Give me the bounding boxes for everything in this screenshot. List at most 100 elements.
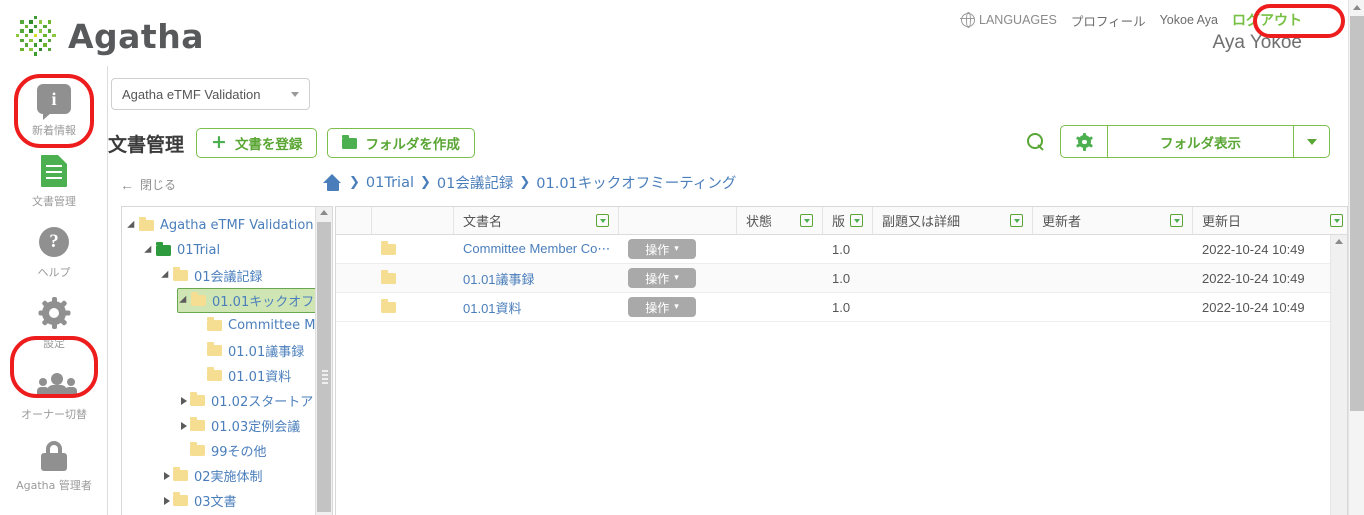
sidebar-item-document-management[interactable]: 文書管理 bbox=[0, 151, 108, 213]
create-folder-button[interactable]: フォルダを作成 bbox=[327, 128, 475, 158]
folder-icon bbox=[190, 442, 205, 456]
row-action-label: 操作 bbox=[645, 271, 670, 286]
table-row[interactable]: 01.01資料 操作 ▾ 1.0 2022-10-24 10:49 bbox=[336, 293, 1347, 322]
sidebar-item-agatha-admin[interactable]: Agatha 管理者 bbox=[0, 435, 108, 497]
tree-node-label: 01会議記録 bbox=[194, 270, 263, 285]
table-row[interactable]: Committee Member Co⋯ 操作 ▾ 1.0 2022-10-24 10:… bbox=[336, 235, 1347, 264]
top-nav: LANGUAGES プロフィール Yokoe Aya ログアウト bbox=[960, 10, 1302, 30]
table-row[interactable]: 01.01議事録 操作 ▾ 1.0 2022-10-24 10:49 bbox=[336, 264, 1347, 293]
row-document-name[interactable]: 01.01議事録 bbox=[454, 264, 619, 293]
sidebar-item-settings[interactable]: 設定 bbox=[0, 293, 108, 355]
row-checkbox-cell bbox=[336, 293, 372, 322]
register-document-button[interactable]: + 文書を登録 bbox=[196, 128, 318, 158]
row-updater bbox=[1033, 293, 1193, 322]
row-version: 1.0 bbox=[832, 270, 851, 286]
page-header: 文書管理 + 文書を登録 フォルダを作成 bbox=[108, 128, 475, 158]
grid-scrollbar[interactable] bbox=[1330, 235, 1347, 515]
row-checkbox-cell bbox=[336, 264, 372, 293]
chevron-down-icon bbox=[291, 91, 299, 97]
row-updater bbox=[1033, 264, 1193, 293]
grid-body: Committee Member Co⋯ 操作 ▾ 1.0 2022-10-24 10:… bbox=[336, 235, 1347, 322]
breadcrumb-item-0[interactable]: 01Trial bbox=[366, 175, 414, 191]
scroll-up-arrow-icon[interactable] bbox=[1353, 5, 1361, 10]
close-panel-button[interactable]: ← 閉じる bbox=[120, 176, 176, 193]
folder-icon bbox=[173, 467, 188, 481]
tree-node[interactable]: 01会議記録 bbox=[160, 263, 332, 288]
tree-toggle-expanded-icon[interactable] bbox=[126, 220, 139, 231]
row-action-button[interactable]: 操作 ▾ bbox=[628, 297, 696, 317]
row-subtitle bbox=[873, 264, 1033, 293]
grid-column-header[interactable]: 版 bbox=[823, 207, 873, 234]
page-scrollbar[interactable] bbox=[1348, 0, 1364, 515]
breadcrumb-item-2[interactable]: 01.01キックオフミーティング bbox=[536, 172, 736, 193]
languages-link[interactable]: LANGUAGES bbox=[960, 12, 1057, 29]
sidebar-item-help[interactable]: ? ヘルプ bbox=[0, 222, 108, 284]
page-scroll-thumb[interactable] bbox=[1350, 16, 1364, 411]
row-document-name[interactable]: Committee Member Co⋯ bbox=[454, 235, 619, 264]
tree-node[interactable]: 01.03定例会議 bbox=[177, 413, 332, 438]
tree-node[interactable]: 03文書 bbox=[160, 488, 332, 513]
tree-node[interactable]: 01.01議事録 bbox=[194, 338, 332, 363]
tree-toggle-collapsed-icon[interactable] bbox=[160, 496, 173, 505]
grid-column-header[interactable] bbox=[372, 207, 454, 234]
tree-scroll-thumb[interactable] bbox=[317, 222, 331, 512]
close-panel-label: 閉じる bbox=[140, 178, 177, 192]
column-filter-icon[interactable] bbox=[1330, 214, 1343, 227]
grid-column-header[interactable]: 副題又は詳細 bbox=[873, 207, 1033, 234]
folder-view-button[interactable]: フォルダ表示 bbox=[1108, 126, 1294, 157]
scroll-up-arrow-icon[interactable] bbox=[320, 210, 328, 215]
grid-column-label: 更新者 bbox=[1042, 215, 1082, 230]
tree-node[interactable]: 01.02スタートアッ bbox=[177, 388, 332, 413]
view-settings-button[interactable] bbox=[1061, 126, 1108, 157]
scroll-up-arrow-icon[interactable] bbox=[1335, 239, 1343, 244]
breadcrumb-item-1[interactable]: 01会議記録 bbox=[437, 172, 513, 193]
tree-node-label: 01Trial bbox=[177, 243, 221, 258]
row-action-button[interactable]: 操作 ▾ bbox=[628, 268, 696, 288]
row-action-label: 操作 bbox=[645, 300, 670, 315]
tree-node-label: Agatha eTMF Validation bbox=[160, 218, 314, 233]
tree-toggle-collapsed-icon[interactable] bbox=[177, 421, 190, 430]
project-select-value: Agatha eTMF Validation bbox=[122, 86, 261, 102]
profile-link[interactable]: プロフィール bbox=[1071, 11, 1146, 30]
project-select[interactable]: Agatha eTMF Validation bbox=[111, 78, 310, 110]
grid-column-header[interactable]: 文書名 bbox=[454, 207, 619, 234]
folder-icon bbox=[381, 269, 396, 284]
tree-toggle-expanded-icon[interactable] bbox=[160, 270, 173, 281]
tree-node[interactable]: 01.01キックオフミ bbox=[177, 288, 332, 313]
logout-link[interactable]: ログアウト bbox=[1232, 10, 1302, 30]
search-icon[interactable] bbox=[1027, 133, 1044, 150]
tree-scrollbar[interactable] bbox=[315, 207, 332, 515]
column-filter-icon[interactable] bbox=[1170, 214, 1183, 227]
row-document-name[interactable]: 01.01資料 bbox=[454, 293, 619, 322]
tree-toggle-expanded-icon[interactable] bbox=[143, 245, 156, 256]
folder-icon bbox=[190, 417, 205, 431]
folder-view-dropdown-button[interactable] bbox=[1294, 126, 1329, 157]
tree-node[interactable]: 99その他 bbox=[177, 438, 332, 463]
chevron-down-icon: ▾ bbox=[674, 302, 679, 312]
tree-toggle-collapsed-icon[interactable] bbox=[160, 471, 173, 480]
column-filter-icon[interactable] bbox=[850, 214, 863, 227]
row-updater bbox=[1033, 235, 1193, 264]
tree-toggle-collapsed-icon[interactable] bbox=[177, 396, 190, 405]
grid-column-header[interactable]: 状態 bbox=[737, 207, 823, 234]
grid-column-header[interactable] bbox=[336, 207, 372, 234]
tree-node[interactable]: Committee Men bbox=[194, 313, 332, 338]
sidebar-item-owner-switch[interactable]: オーナー切替 bbox=[0, 364, 108, 426]
grid-column-header[interactable]: 更新者 bbox=[1033, 207, 1193, 234]
tree-node[interactable]: Agatha eTMF Validation bbox=[126, 213, 332, 238]
sidebar-item-new-info[interactable]: i 新着情報 bbox=[0, 80, 108, 142]
grid-column-header[interactable]: 更新日 bbox=[1193, 207, 1347, 234]
tree-node[interactable]: 01.01資料 bbox=[194, 363, 332, 388]
row-updated-date: 2022-10-24 10:49 bbox=[1202, 241, 1305, 257]
column-filter-icon[interactable] bbox=[596, 214, 609, 227]
tree-node[interactable]: 02実施体制 bbox=[160, 463, 332, 488]
brand-logo[interactable]: Agatha bbox=[14, 14, 204, 58]
tree-node[interactable]: 01Trial bbox=[143, 238, 332, 263]
home-icon[interactable] bbox=[323, 174, 342, 191]
column-filter-icon[interactable] bbox=[800, 214, 813, 227]
grid-column-header[interactable] bbox=[619, 207, 737, 234]
column-filter-icon[interactable] bbox=[1010, 214, 1023, 227]
tree-toggle-expanded-icon[interactable] bbox=[178, 295, 191, 306]
row-action-button[interactable]: 操作 ▾ bbox=[628, 239, 696, 259]
folder-icon bbox=[139, 217, 154, 231]
